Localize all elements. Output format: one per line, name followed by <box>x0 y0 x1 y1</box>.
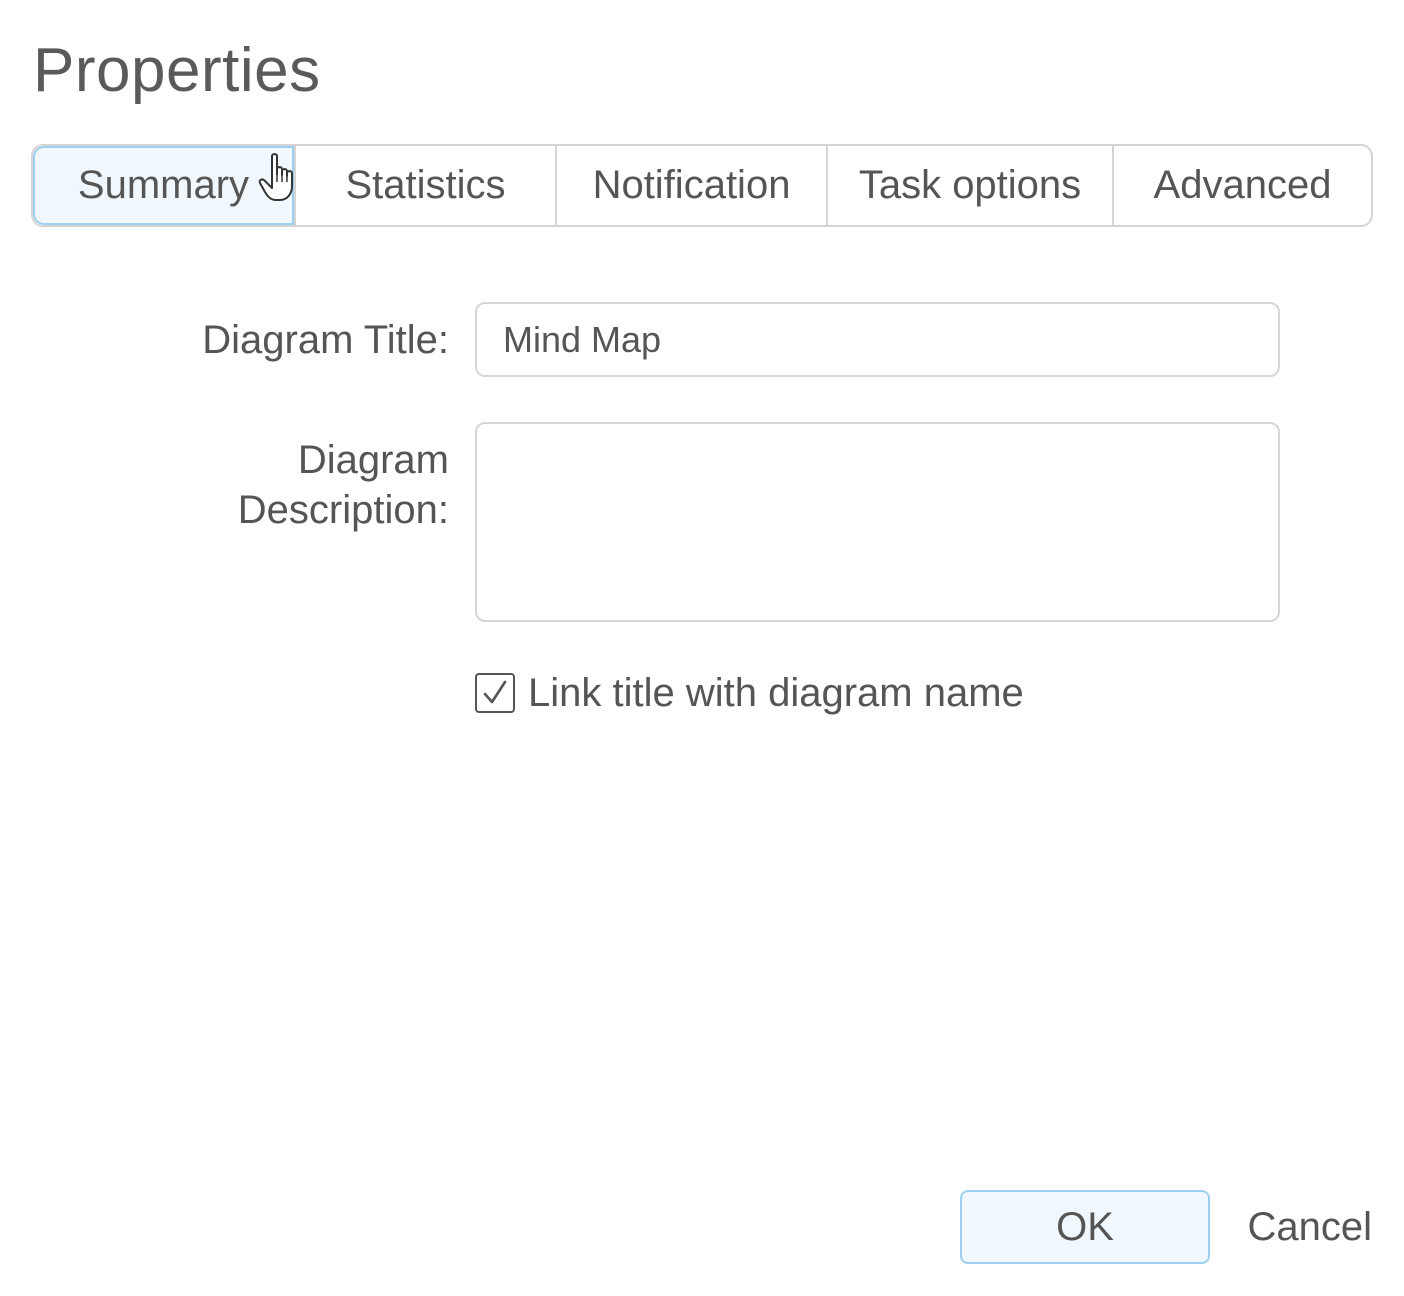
diagram-title-label: Diagram Title: <box>202 318 449 362</box>
diagram-description-label-line2: Description: <box>237 488 449 532</box>
tab-statistics[interactable]: Statistics <box>294 146 555 225</box>
ok-button[interactable]: OK <box>960 1190 1210 1264</box>
tab-summary[interactable]: Summary <box>33 146 294 225</box>
tab-notification[interactable]: Notification <box>555 146 826 225</box>
diagram-description-label-line1: Diagram <box>297 438 449 482</box>
tab-advanced[interactable]: Advanced <box>1112 146 1371 225</box>
link-title-checkbox-label: Link title with diagram name <box>528 670 1024 715</box>
cancel-button[interactable]: Cancel <box>1240 1190 1376 1264</box>
diagram-title-input[interactable] <box>475 302 1280 377</box>
link-title-checkbox[interactable] <box>475 673 515 713</box>
tab-task-options[interactable]: Task options <box>826 146 1112 225</box>
tab-bar: Summary Statistics Notification Task opt… <box>31 144 1373 227</box>
diagram-description-label: Diagram Description: <box>238 435 449 535</box>
link-title-checkbox-row[interactable]: Link title with diagram name <box>475 670 1024 716</box>
checkmark-icon <box>483 680 507 704</box>
diagram-description-textarea[interactable] <box>475 422 1280 622</box>
dialog-title: Properties <box>33 36 321 105</box>
